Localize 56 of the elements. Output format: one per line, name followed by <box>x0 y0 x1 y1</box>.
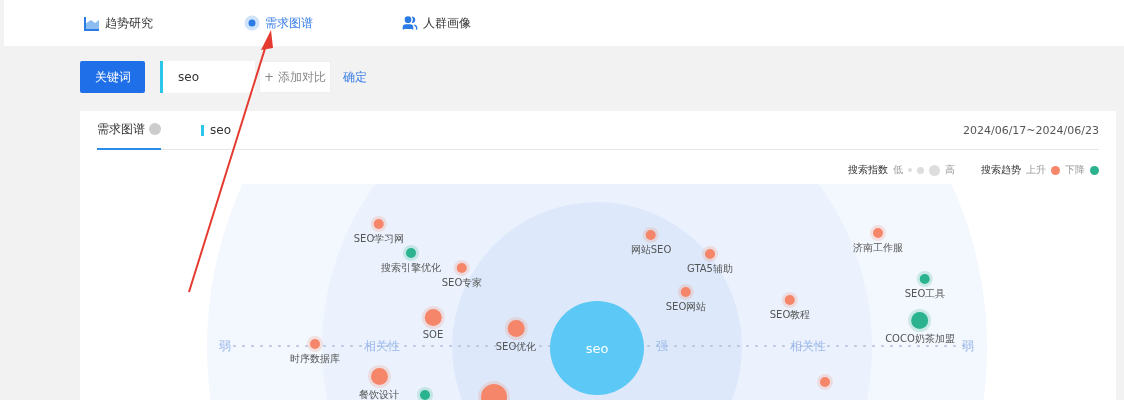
axis-label: 强 <box>656 338 668 355</box>
keyword-bubble[interactable] <box>457 263 467 273</box>
keyword-bubble[interactable] <box>406 248 416 258</box>
keyword-bubble[interactable] <box>420 390 430 400</box>
keyword-label: 时序数据库 <box>290 352 340 366</box>
axis-label: 相关性 <box>364 338 400 355</box>
keyword-label: SEO学习网 <box>353 232 405 246</box>
keyword-label: 网站SEO <box>630 243 672 257</box>
legend-title: 搜索指数 <box>848 163 888 177</box>
keyword-bubble[interactable] <box>646 230 656 240</box>
legend-down: 下降 <box>1065 163 1085 177</box>
keyword-label: SEO专家 <box>441 276 483 290</box>
keyword-bubble[interactable] <box>873 228 883 238</box>
keyword-bubble[interactable] <box>374 219 384 229</box>
legend-low: 低 <box>893 163 903 177</box>
add-compare-button[interactable]: + 添加对比 <box>259 61 331 93</box>
target-icon <box>244 15 260 31</box>
help-icon[interactable] <box>149 123 161 135</box>
keyword-label: COCO奶茶加盟 <box>885 331 955 346</box>
keyword-bubble[interactable] <box>310 339 320 349</box>
keyword-bubble[interactable] <box>705 249 715 259</box>
area-chart-icon <box>84 15 100 31</box>
keyword-label: 餐饮设计 <box>359 387 399 400</box>
legend-high: 高 <box>945 163 955 177</box>
confirm-link[interactable]: 确定 <box>342 68 367 86</box>
keyword-field[interactable]: seo <box>160 61 255 93</box>
keyword-label: SEO网站 <box>665 300 707 314</box>
fall-dot-icon <box>1090 165 1099 175</box>
date-range: 2024/06/17~2024/06/23 <box>962 123 1099 137</box>
nav-tab[interactable]: 需求图谱 <box>244 14 402 32</box>
keyword-label: SOE <box>422 328 444 340</box>
keyword-label: SEO教程 <box>769 308 811 322</box>
nav-tab[interactable]: 人群画像 <box>402 14 562 32</box>
keyword-label: GTA5辅助 <box>687 262 733 276</box>
keyword-bubble[interactable] <box>920 274 930 284</box>
size-dot-icon <box>908 168 912 172</box>
keyword-bubble[interactable] <box>785 295 795 305</box>
legend-up: 上升 <box>1026 163 1046 177</box>
keyword-button[interactable]: 关键词 <box>80 61 145 93</box>
series-label: seo <box>201 124 231 136</box>
keyword-bubble[interactable] <box>681 287 691 297</box>
rise-dot-icon <box>1051 165 1060 175</box>
axis-label: 弱 <box>962 338 974 355</box>
keyword-label: 搜索引擎优化 <box>381 261 441 275</box>
keyword-label: SEO工具 <box>904 287 946 301</box>
legend-title: 搜索趋势 <box>981 163 1021 177</box>
size-dot-icon <box>929 164 940 176</box>
keyword-label: 济南工作服 <box>853 241 903 255</box>
keyword-bubble[interactable] <box>820 377 830 387</box>
size-dot-icon <box>917 166 924 174</box>
nav-tab[interactable]: 趋势研究 <box>84 14 244 32</box>
card-tab[interactable]: 需求图谱 <box>97 110 161 150</box>
axis-label: 弱 <box>219 338 231 355</box>
users-icon <box>402 15 418 31</box>
keyword-label: SEO优化 <box>495 339 537 354</box>
axis-label: 相关性 <box>790 338 826 355</box>
